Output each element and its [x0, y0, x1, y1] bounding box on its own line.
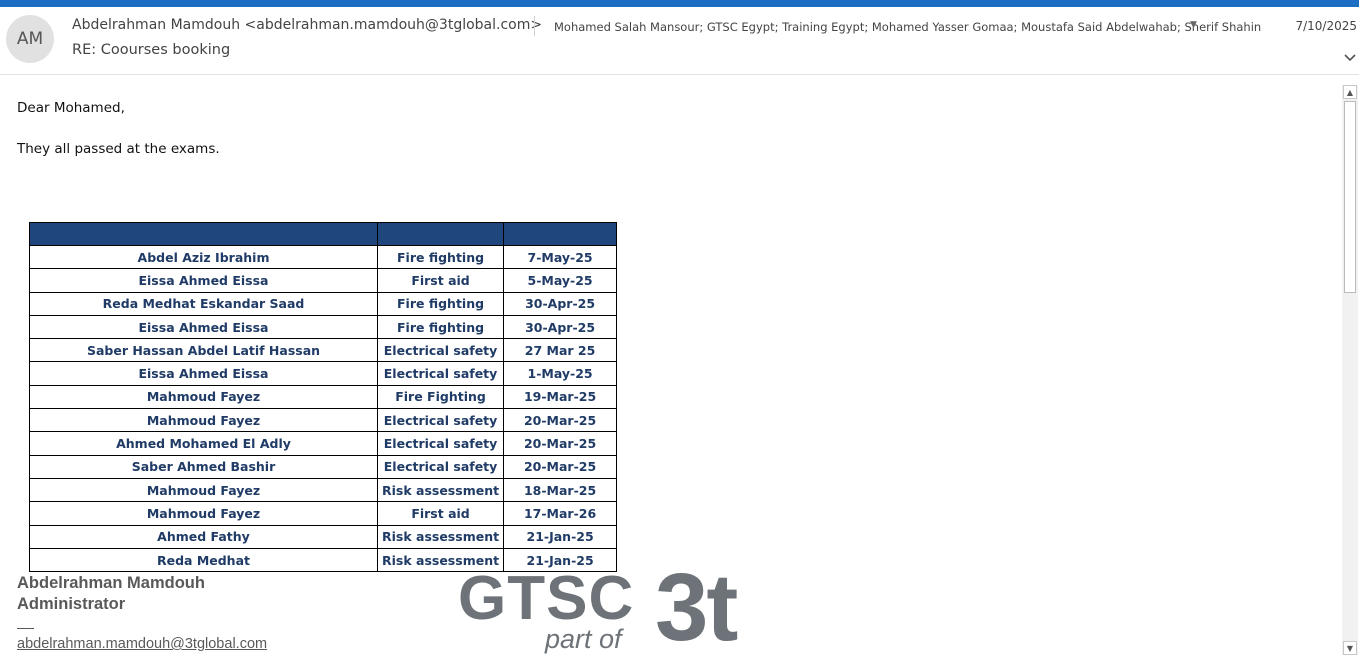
course-name-cell: Fire fighting — [376, 244, 505, 270]
table-header-cell — [376, 222, 505, 246]
course-name-cell: First aid — [376, 268, 505, 293]
table-row: Eissa Ahmed Eissa Electrical safety 1-May-… — [29, 361, 618, 386]
table-row: Saber Hassan Abdel Latif Hassan Electrica… — [29, 338, 618, 363]
course-name-cell: Fire fighting — [376, 314, 505, 340]
course-name-cell: Electrical safety — [376, 431, 505, 456]
table-header-cell — [29, 222, 378, 246]
scroll-up-arrow-icon[interactable]: ▲ — [1343, 85, 1357, 99]
signature-email-link[interactable]: abdelrahman.mamdouh@3tglobal.com — [17, 636, 267, 652]
logo-3t-text: 3t — [655, 554, 738, 661]
table-row: Saber Ahmed Bashir Electrical safety 20-Ma… — [29, 454, 618, 479]
course-name-cell: Electrical safety — [376, 408, 505, 433]
course-name-cell: First aid — [376, 501, 505, 526]
course-date-cell: 20-Mar-25 — [503, 454, 618, 479]
course-date-cell: 1-May-25 — [503, 361, 618, 386]
trainee-name-cell: Mahmoud Fayez — [29, 384, 378, 410]
accent-top-bar — [0, 0, 1359, 7]
table-row: Ahmed Mohamed El Adly Electrical safety 20… — [29, 431, 618, 456]
course-name-cell: Fire Fighting — [376, 384, 505, 410]
table-row: Mahmoud Fayez First aid 17-Mar-26 — [29, 501, 618, 526]
logo-gtsc-text: GTSC — [458, 564, 635, 633]
course-date-cell: 21-Jan-25 — [503, 524, 618, 549]
chevron-down-icon[interactable] — [1343, 50, 1357, 64]
course-name-cell: Electrical safety — [376, 338, 505, 363]
course-name-cell: Electrical safety — [376, 361, 505, 386]
table-header-cell — [503, 222, 618, 246]
trainee-name-cell: Abdel Aziz Ibrahim — [29, 244, 378, 270]
course-date-cell: 20-Mar-25 — [503, 431, 618, 456]
scroll-down-arrow-icon[interactable]: ▼ — [1343, 641, 1357, 655]
table-row: Abdel Aziz Ibrahim Fire fighting 7-May-25 — [29, 244, 618, 270]
course-date-cell: 30-Apr-25 — [503, 314, 618, 340]
course-date-cell: 18-Mar-25 — [503, 477, 618, 503]
signature-divider — [17, 628, 34, 629]
trainee-name-cell: Eissa Ahmed Eissa — [29, 361, 378, 386]
sender[interactable]: Abdelrahman Mamdouh <abdelrahman.mamdouh… — [72, 17, 542, 33]
header-divider — [534, 16, 535, 36]
table-row: Ahmed Fathy Risk assessment 21-Jan-25 — [29, 524, 618, 549]
trainee-name-cell: Eissa Ahmed Eissa — [29, 314, 378, 340]
avatar[interactable]: AM — [6, 15, 54, 63]
scrollbar-thumb[interactable] — [1344, 101, 1356, 293]
email-header: AM Abdelrahman Mamdouh <abdelrahman.mamd… — [0, 7, 1359, 75]
trainee-name-cell: Saber Ahmed Bashir — [29, 454, 378, 479]
table-row: Eissa Ahmed Eissa Fire fighting 30-Apr-25 — [29, 314, 618, 340]
table-header-row — [29, 222, 618, 246]
table-row: Mahmoud Fayez Fire Fighting 19-Mar-25 — [29, 384, 618, 410]
trainee-name-cell: Ahmed Mohamed El Adly — [29, 431, 378, 456]
greeting: Dear Mohamed, — [17, 100, 125, 116]
body-text: They all passed at the exams. — [17, 141, 220, 157]
course-date-cell: 30-Apr-25 — [503, 291, 618, 316]
course-name-cell: Risk assessment — [376, 524, 505, 549]
vertical-scrollbar[interactable]: ▲ ▼ — [1342, 85, 1358, 655]
trainee-name-cell: Eissa Ahmed Eissa — [29, 268, 378, 293]
table-row: Mahmoud Fayez Electrical safety 20-Mar-25 — [29, 408, 618, 433]
table-row: Reda Medhat Eskandar Saad Fire fighting 30… — [29, 291, 618, 316]
trainee-name-cell: Saber Hassan Abdel Latif Hassan — [29, 338, 378, 363]
course-date-cell: 7-May-25 — [503, 244, 618, 270]
course-date-cell: 27 Mar 25 — [503, 338, 618, 363]
course-name-cell: Risk assessment — [376, 477, 505, 503]
course-name-cell: Electrical safety — [376, 454, 505, 479]
logo-part-of-text: part of — [545, 624, 622, 654]
caret-down-icon[interactable]: ▼ — [1190, 20, 1197, 30]
course-date-cell: 5-May-25 — [503, 268, 618, 293]
signature-name: Abdelrahman Mamdouh — [17, 574, 205, 592]
table-row: Mahmoud Fayez Risk assessment 18-Mar-25 — [29, 477, 618, 503]
signature-role: Administrator — [17, 595, 126, 613]
course-name-cell: Fire fighting — [376, 291, 505, 316]
course-date-cell: 17-Mar-26 — [503, 501, 618, 526]
recipients-list[interactable]: Mohamed Salah Mansour; GTSC Egypt; Train… — [554, 20, 1261, 34]
company-logo: GTSC part of 3t — [455, 560, 765, 660]
course-date-cell: 19-Mar-25 — [503, 384, 618, 410]
trainee-name-cell: Mahmoud Fayez — [29, 501, 378, 526]
course-date-cell: 20-Mar-25 — [503, 408, 618, 433]
sent-date: 7/10/2025 — [1295, 19, 1357, 33]
trainee-name-cell: Reda Medhat — [29, 547, 378, 573]
trainee-name-cell: Reda Medhat Eskandar Saad — [29, 291, 378, 316]
courses-table: Abdel Aziz Ibrahim Fire fighting 7-May-25 E… — [29, 222, 618, 573]
trainee-name-cell: Mahmoud Fayez — [29, 408, 378, 433]
trainee-name-cell: Mahmoud Fayez — [29, 477, 378, 503]
table-row: Eissa Ahmed Eissa First aid 5-May-25 — [29, 268, 618, 293]
trainee-name-cell: Ahmed Fathy — [29, 524, 378, 549]
email-subject: RE: Coourses booking — [72, 42, 231, 58]
